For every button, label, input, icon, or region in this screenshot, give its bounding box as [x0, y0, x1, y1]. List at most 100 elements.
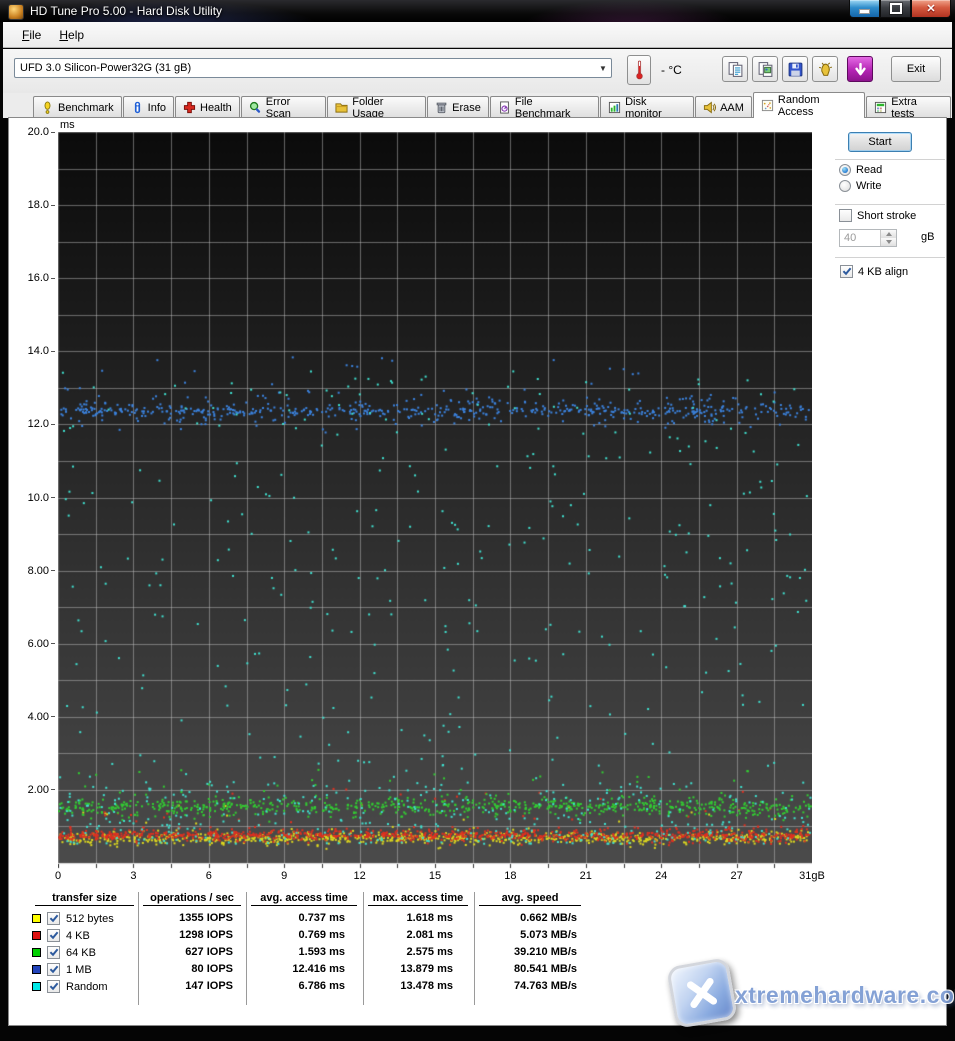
table-value-avg: 0.737 ms [298, 912, 345, 924]
options-icon [817, 61, 834, 78]
y-axis-unit-label: ms [60, 119, 75, 131]
series-visible-checkbox[interactable] [47, 946, 60, 959]
short-stroke-size-value: 40 [844, 232, 857, 244]
series-label: 4 KB [66, 929, 90, 942]
series-visible-checkbox[interactable] [47, 980, 60, 993]
trash-icon [435, 101, 448, 114]
table-row-1-mb: 1 MB [32, 961, 92, 978]
start-button[interactable]: Start [848, 132, 912, 152]
series-visible-checkbox[interactable] [47, 929, 60, 942]
series-color-swatch [32, 965, 41, 974]
gauge-icon [41, 101, 54, 114]
write-radio-label: Write [856, 180, 882, 192]
tab-file-benchmark[interactable]: File Benchmark [489, 95, 600, 120]
close-button[interactable]: ✕ [911, 0, 951, 18]
drive-select-value: UFD 3.0 Silicon-Power32G (31 gB) [20, 62, 192, 74]
table-header-1: operations / sec [143, 892, 241, 906]
table-value-max: 1.618 ms [406, 912, 453, 924]
copy-image-icon [757, 61, 774, 78]
y-axis-tick-label: 10.0 [28, 492, 55, 504]
copy-text-button[interactable] [722, 56, 748, 82]
table-value-speed: 74.763 MB/s [514, 980, 577, 992]
speaker-icon [703, 101, 717, 114]
tab-label: Disk monitor [625, 95, 662, 120]
tab-disk-monitor[interactable]: Disk monitor [600, 95, 695, 120]
options-button[interactable] [812, 56, 838, 82]
update-arrow-icon [853, 62, 868, 77]
tab-benchmark[interactable]: Benchmark [33, 96, 122, 118]
y-axis-tick-label: 20.0 [28, 126, 55, 138]
drive-select[interactable]: UFD 3.0 Silicon-Power32G (31 gB) ▼ [14, 58, 612, 78]
radio-icon [839, 180, 851, 192]
x-axis-tick-label: 6 [205, 870, 212, 882]
series-label: 1 MB [66, 963, 92, 976]
tab-label: File Benchmark [514, 95, 571, 120]
spinner-up-button[interactable] [881, 230, 896, 238]
save-icon [787, 61, 804, 78]
x-axis-tick-label: 15 [428, 870, 442, 882]
table-value-max: 2.575 ms [406, 946, 453, 958]
table-row-random: Random [32, 978, 108, 995]
y-axis-tick-label: 18.0 [28, 199, 55, 211]
minimize-button[interactable] [849, 0, 880, 18]
maximize-button[interactable] [880, 0, 911, 18]
info-icon [131, 101, 144, 114]
write-radio[interactable]: Write [839, 180, 881, 192]
tab-extra-tests[interactable]: Extra tests [866, 95, 952, 120]
tab-error-scan[interactable]: Error Scan [240, 95, 327, 120]
tab-health[interactable]: Health [175, 96, 240, 118]
table-value-avg: 12.416 ms [292, 963, 345, 975]
table-value-avg: 0.769 ms [298, 929, 345, 941]
arrow-down-icon [885, 240, 892, 244]
table-value-speed: 80.541 MB/s [514, 963, 577, 975]
series-color-swatch [32, 931, 41, 940]
tab-aam[interactable]: AAM [695, 96, 752, 118]
spinner-down-button[interactable] [881, 238, 896, 246]
y-axis-tick-label: 8.00 [28, 565, 55, 577]
temperature-button[interactable] [627, 55, 651, 85]
random-access-scatter-chart [58, 132, 812, 870]
tab-random-access[interactable]: Random Access [752, 92, 866, 118]
tab-erase[interactable]: Erase [427, 96, 489, 118]
tab-label: Erase [452, 101, 481, 114]
tab-label: Extra tests [891, 95, 917, 120]
table-header-4: avg. speed [479, 892, 581, 906]
series-color-swatch [32, 948, 41, 957]
table-value-max: 13.478 ms [400, 980, 453, 992]
exit-button[interactable]: Exit [891, 56, 941, 82]
update-arrow-button[interactable] [847, 56, 873, 82]
copy-image-button[interactable] [752, 56, 778, 82]
y-axis-tick-label: 12.0 [28, 418, 55, 430]
watermark-text: xtremehardware.com [735, 982, 955, 1008]
chevron-down-icon: ▼ [599, 63, 607, 73]
series-color-swatch [32, 982, 41, 991]
read-radio[interactable]: Read [839, 164, 882, 176]
tab-info[interactable]: Info [122, 96, 174, 118]
table-header-2: avg. access time [251, 892, 357, 906]
spinner-buttons[interactable] [880, 230, 896, 246]
menu-file[interactable]: File [14, 25, 49, 45]
save-button[interactable] [782, 56, 808, 82]
watermark: xtremehardware.com [659, 956, 955, 1029]
divider [835, 204, 945, 206]
x-axis-tick-label: 27 [730, 870, 743, 882]
y-axis-tick-label: 6.00 [28, 638, 55, 650]
scatter-page-icon [761, 99, 774, 112]
series-label: 512 bytes [66, 912, 114, 925]
tab-folder-usage[interactable]: Folder Usage [327, 96, 427, 120]
table-value-speed: 39.210 MB/s [514, 946, 577, 958]
menu-help[interactable]: Help [51, 25, 92, 45]
short-stroke-size-spinner[interactable]: 40 [839, 229, 897, 247]
temperature-readout: - °C [661, 63, 682, 77]
table-row-64-kb: 64 KB [32, 944, 96, 961]
divider [835, 257, 945, 259]
series-label: 64 KB [66, 946, 96, 959]
align-checkbox[interactable]: 4 KB align [840, 265, 908, 278]
table-header-0: transfer size [35, 892, 134, 906]
series-visible-checkbox[interactable] [47, 912, 60, 925]
table-value-ops: 1298 IOPS [179, 929, 233, 941]
short-stroke-label: Short stroke [857, 209, 917, 222]
series-visible-checkbox[interactable] [47, 963, 60, 976]
short-stroke-checkbox[interactable]: Short stroke [839, 209, 916, 222]
tab-label: Error Scan [265, 95, 291, 120]
